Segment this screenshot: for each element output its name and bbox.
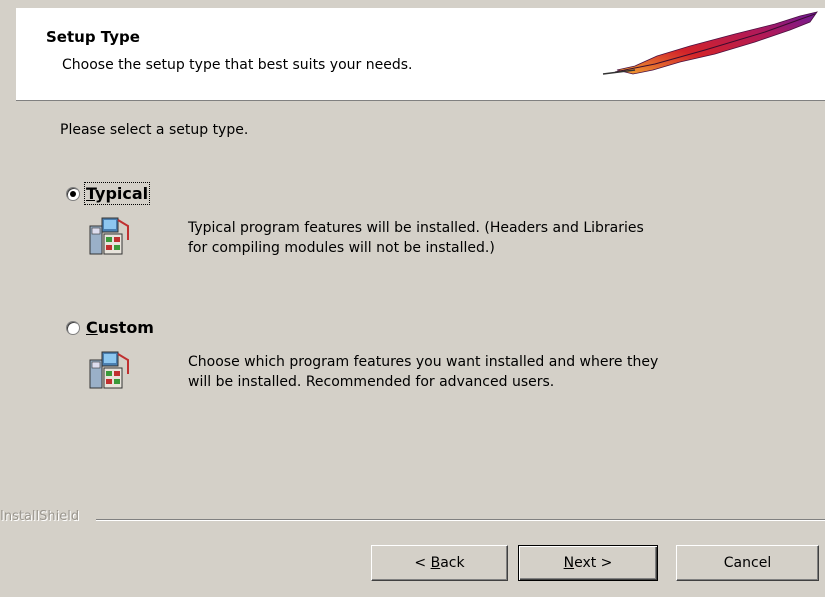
apache-feather-icon [602,11,818,75]
setup-components-icon [89,351,129,389]
typical-description-line1: Typical program features will be install… [188,220,644,236]
next-rest: ext > [574,555,613,571]
page-title: Setup Type [46,28,140,46]
back-accel: B [430,555,441,571]
header-banner: Setup Type Choose the setup type that be… [16,8,825,101]
next-accel: N [563,555,575,571]
typical-label[interactable]: Typical [83,182,151,205]
back-rest: ack [440,555,465,571]
custom-description: Choose which program features you want i… [188,352,658,392]
separator [96,519,825,521]
page-subtitle: Choose the setup type that best suits yo… [62,57,413,73]
setup-prompt: Please select a setup type. [60,122,249,138]
typical-description-line2: for compiling modules will not be instal… [188,240,495,256]
typical-accel: T [86,184,96,203]
custom-description-line2: will be installed. Recommended for advan… [188,374,555,390]
next-button[interactable]: Next > [518,545,658,581]
custom-radio[interactable] [66,320,80,335]
typical-label-rest: ypical [95,184,149,203]
custom-option[interactable]: Custom [66,318,154,337]
custom-label[interactable]: Custom [86,318,154,337]
back-button[interactable]: < Back [371,545,508,581]
cancel-button[interactable]: Cancel [676,545,819,581]
back-prefix: < [414,555,431,571]
typical-option[interactable]: Typical [66,182,151,205]
custom-description-line1: Choose which program features you want i… [188,354,659,370]
typical-radio[interactable] [66,186,80,201]
typical-description: Typical program features will be install… [188,218,644,258]
installshield-brand: InstallShield [0,509,80,524]
setup-components-icon [89,217,129,255]
custom-label-rest: ustom [97,318,154,337]
custom-accel: C [86,318,98,337]
